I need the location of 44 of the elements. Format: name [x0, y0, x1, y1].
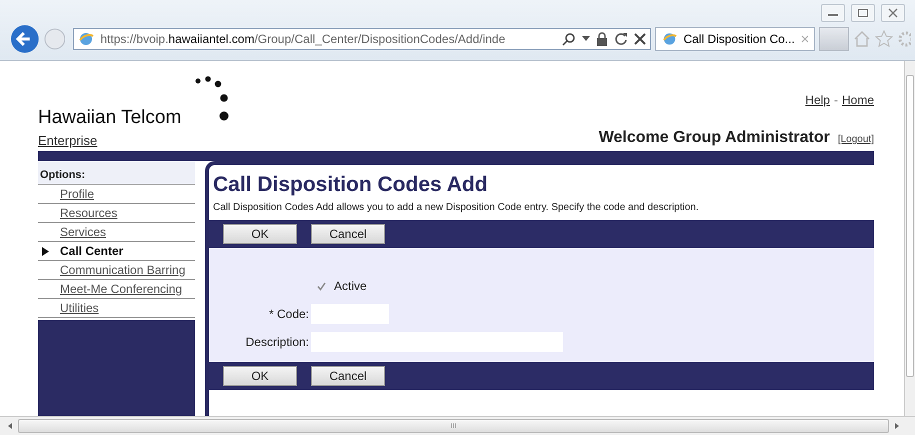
browser-tab[interactable]: Call Disposition Co... — [655, 27, 816, 51]
sidebar-item[interactable]: Communication Barring — [60, 263, 186, 277]
ok-button[interactable]: OK — [223, 366, 297, 386]
checkbox-label: Active — [334, 279, 367, 293]
sidebar-item[interactable]: Services — [60, 225, 106, 239]
logo-text: Hawaiian Telcom — [38, 107, 182, 129]
stop-icon[interactable] — [634, 33, 646, 45]
minimize-icon[interactable] — [821, 4, 845, 22]
sidebar-item[interactable]: Utilities — [60, 301, 99, 315]
address-bar[interactable]: https://bvoip.hawaiiantel.com/Group/Call_Center/DispositionCodes/Add/inde — [73, 28, 652, 50]
page-description: Call Disposition Codes Add allows you to add a new Disposition Code entry. Specify the code and description. — [213, 202, 700, 213]
lock-icon — [596, 32, 608, 46]
field-label: Description: — [244, 335, 309, 349]
sidebar-item[interactable]: Resources — [60, 206, 118, 220]
sidebar-item[interactable]: Meet-Me Conferencing — [60, 282, 182, 296]
close-icon[interactable] — [800, 35, 808, 43]
star-icon[interactable] — [875, 30, 894, 48]
sidebar-item[interactable]: Call Center — [60, 244, 124, 258]
header-link[interactable]: Home — [842, 93, 874, 107]
ok-button[interactable]: OK — [223, 224, 297, 244]
logout-link[interactable]: [Logout] — [838, 134, 874, 145]
back-button[interactable] — [10, 24, 40, 54]
options-heading: Options: — [38, 161, 195, 185]
page-icon — [78, 31, 94, 47]
page-title: Call Disposition Codes Add — [213, 173, 489, 197]
header-link[interactable]: Help — [805, 93, 830, 107]
scroll-left-icon[interactable] — [6, 422, 14, 430]
cancel-button[interactable]: Cancel — [311, 366, 385, 386]
logo-dots-icon — [195, 76, 229, 121]
cancel-button[interactable]: Cancel — [311, 224, 385, 244]
enterprise-link[interactable]: Enterprise — [38, 133, 98, 148]
arrow-icon — [42, 246, 49, 256]
sidebar-item[interactable]: Profile — [60, 187, 94, 201]
welcome-text: Welcome Group Administrator — [598, 129, 830, 147]
search-icon[interactable] — [562, 32, 576, 46]
dropdown-icon[interactable] — [582, 36, 590, 42]
maximize-icon[interactable] — [851, 4, 875, 22]
page-icon — [662, 31, 678, 47]
refresh-icon[interactable] — [614, 32, 628, 46]
close-icon[interactable] — [881, 4, 905, 22]
field-label: * Code: — [268, 307, 309, 321]
link-separator: - — [834, 93, 838, 107]
scroll-right-icon[interactable] — [893, 422, 901, 430]
vertical-scrollbar[interactable] — [904, 61, 915, 416]
